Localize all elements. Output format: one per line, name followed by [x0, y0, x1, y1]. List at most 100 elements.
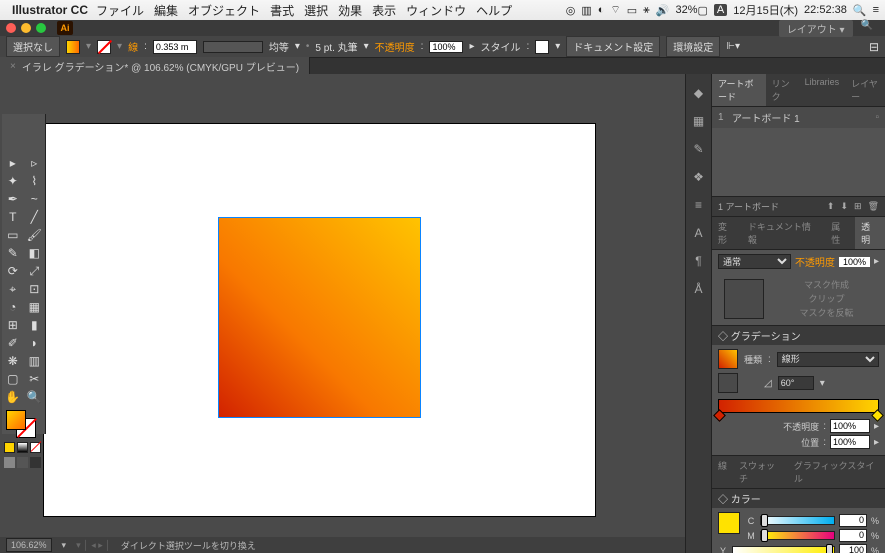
menu-file[interactable]: ファイル	[96, 2, 144, 19]
tab-stroke[interactable]: 線	[712, 456, 733, 488]
layout-dropdown[interactable]: レイアウト ▾	[779, 20, 853, 37]
status-volume-icon[interactable]: 🔊	[656, 4, 670, 17]
tab-links[interactable]: リンク	[766, 74, 799, 106]
line-tool[interactable]: ╱	[24, 208, 46, 226]
window-minimize-button[interactable]	[21, 23, 31, 33]
spotlight-icon[interactable]: 🔍	[853, 4, 867, 17]
free-transform-tool[interactable]: ⊡	[24, 280, 46, 298]
status-display-icon[interactable]: ▭	[627, 4, 637, 17]
brush-tool[interactable]: 🖌	[24, 226, 46, 244]
stroke-swatch[interactable]	[97, 40, 111, 54]
direct-select-tool[interactable]: ▹	[24, 154, 46, 172]
new-artboard-icon[interactable]: ⊞	[854, 201, 862, 212]
tab-docinfo[interactable]: ドキュメント情報	[742, 217, 825, 249]
panel-collapse-icon[interactable]: ⊟	[869, 40, 879, 54]
m-slider[interactable]	[760, 531, 835, 540]
menu-icon[interactable]: ≡	[873, 4, 879, 16]
dock-char-icon[interactable]: A	[690, 224, 708, 242]
align-icon[interactable]: ⊩▾	[726, 41, 740, 52]
menu-help[interactable]: ヘルプ	[476, 2, 512, 19]
dock-brush-icon[interactable]: ✎	[690, 140, 708, 158]
gradient-thumb[interactable]	[718, 349, 738, 369]
clip-checkbox[interactable]: クリップ	[774, 292, 879, 306]
delete-artboard-icon[interactable]: 🗑	[868, 201, 879, 212]
width-tool[interactable]: ⌖	[2, 280, 24, 298]
menu-effect[interactable]: 効果	[338, 2, 362, 19]
stroke-profile[interactable]	[203, 41, 263, 53]
menu-view[interactable]: 表示	[372, 2, 396, 19]
status-date[interactable]: 12月15日(木)	[733, 2, 798, 18]
fill-stroke-indicator[interactable]	[6, 410, 36, 438]
m-value[interactable]: 0	[839, 529, 867, 542]
tab-libraries[interactable]: Libraries	[799, 74, 846, 106]
magic-wand-tool[interactable]: ✦	[2, 172, 24, 190]
status-battery[interactable]: 32% ▢	[675, 4, 707, 17]
prefs-button[interactable]: 環境設定	[666, 36, 720, 57]
app-name[interactable]: Illustrator CC	[12, 3, 88, 17]
y-slider[interactable]	[732, 546, 835, 553]
zoom-tool[interactable]: 🔍	[24, 388, 46, 406]
dock-para-icon[interactable]: ¶	[690, 252, 708, 270]
opacity-field[interactable]: 100%	[839, 257, 870, 267]
gradient-rectangle[interactable]	[218, 217, 421, 418]
slice-tool[interactable]: ✂	[24, 370, 46, 388]
window-zoom-button[interactable]	[36, 23, 46, 33]
style-swatch[interactable]	[535, 40, 549, 54]
reorder-up-icon[interactable]: ⬆	[827, 201, 835, 212]
screen-modes[interactable]	[4, 457, 43, 468]
eyedropper-tool[interactable]: ✐	[2, 334, 24, 352]
zoom-display[interactable]: 106.62%	[6, 538, 52, 552]
pen-tool[interactable]: ✒	[2, 190, 24, 208]
doc-tab[interactable]: × イラレ グラデーション* @ 106.62% (CMYK/GPU プレビュー…	[0, 57, 310, 76]
dock-stroke-icon[interactable]: ≡	[690, 196, 708, 214]
status-ime-icon[interactable]: A	[714, 4, 727, 16]
tab-artboard[interactable]: アートボード	[712, 74, 766, 106]
blend-tool[interactable]: ◗	[24, 334, 46, 352]
reorder-down-icon[interactable]: ⬇	[840, 201, 848, 212]
color-swatch[interactable]	[718, 512, 740, 534]
stroke-uniform[interactable]: 均等	[269, 39, 289, 54]
symbol-spray-tool[interactable]: ❋	[2, 352, 24, 370]
stop-position-input[interactable]	[830, 435, 870, 449]
dock-glyph-icon[interactable]: Å	[690, 280, 708, 298]
status-chat-icon[interactable]: ◐	[598, 4, 605, 16]
gradient-ramp[interactable]	[718, 399, 879, 413]
gradient-type-select[interactable]: 線形	[777, 352, 879, 367]
graph-tool[interactable]: ▥	[24, 352, 46, 370]
mesh-tool[interactable]: ⊞	[2, 316, 24, 334]
status-cloud-icon[interactable]: ▥	[581, 4, 591, 17]
menu-window[interactable]: ウィンドウ	[406, 2, 466, 19]
window-close-button[interactable]	[6, 23, 16, 33]
status-wifi-icon[interactable]: ⌔	[610, 3, 620, 17]
eraser-tool[interactable]: ◧	[24, 244, 46, 262]
close-tab-icon[interactable]: ×	[10, 61, 16, 72]
stroke-weight-input[interactable]	[153, 40, 197, 54]
dock-swatches-icon[interactable]: ▦	[690, 112, 708, 130]
tab-transparency[interactable]: 透明	[855, 217, 885, 249]
curvature-tool[interactable]: ~	[24, 190, 46, 208]
doc-setup-button[interactable]: ドキュメント設定	[566, 36, 660, 57]
perspective-tool[interactable]: ▦	[24, 298, 46, 316]
fill-swatch[interactable]	[66, 40, 80, 54]
tab-graphic-styles[interactable]: グラフィックスタイル	[788, 456, 885, 488]
tab-swatches[interactable]: スウォッチ	[733, 456, 788, 488]
dock-color-icon[interactable]: ◆	[690, 84, 708, 102]
gradient-angle-input[interactable]	[778, 376, 814, 390]
shape-builder-tool[interactable]: ◔	[2, 298, 24, 316]
c-value[interactable]: 0	[839, 514, 867, 527]
tab-attributes[interactable]: 属性	[825, 217, 855, 249]
selection-tool[interactable]: ▸	[2, 154, 24, 172]
color-mode-row[interactable]	[4, 442, 43, 453]
artboard[interactable]	[44, 124, 595, 516]
gradient-tool[interactable]: ▮	[24, 316, 46, 334]
artboard-tool[interactable]: ▢	[2, 370, 24, 388]
y-value[interactable]: 100	[839, 544, 867, 553]
dock-symbols-icon[interactable]: ❖	[690, 168, 708, 186]
canvas-area[interactable]: 106.62% ▾ ▾ │ ◂ ▸ │ ダイレクト選択ツールを切り換え	[0, 74, 685, 553]
status-generic-icon[interactable]: ◎	[566, 4, 576, 17]
scale-tool[interactable]: ⤢	[24, 262, 46, 280]
rotate-tool[interactable]: ⟳	[2, 262, 24, 280]
menu-object[interactable]: オブジェクト	[188, 2, 260, 19]
artboard-options-icon[interactable]: ▫	[875, 112, 879, 123]
hand-tool[interactable]: ✋	[2, 388, 24, 406]
